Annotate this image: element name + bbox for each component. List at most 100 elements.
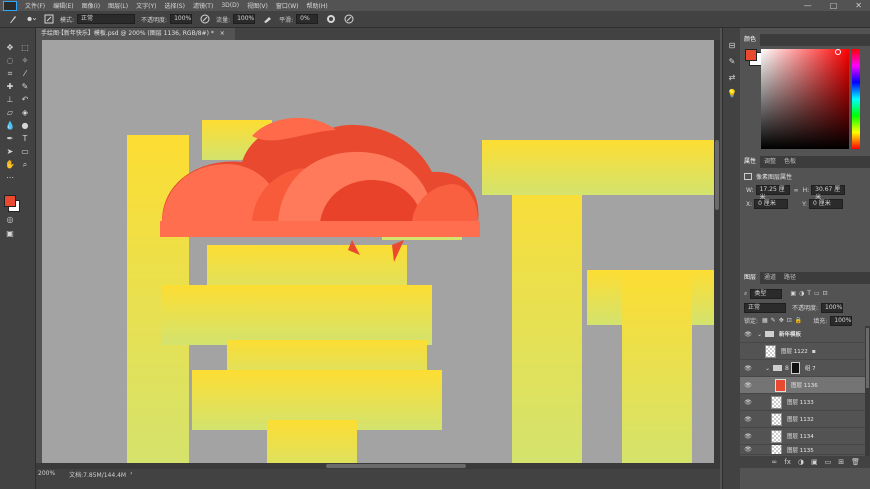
tab-layers[interactable]: 图层: [740, 272, 761, 284]
healing-brush-icon[interactable]: ✚: [4, 81, 16, 93]
group-expand-chevron-icon[interactable]: ⌄: [765, 365, 770, 372]
blend-mode-select[interactable]: 正常: [744, 302, 786, 313]
tab-color[interactable]: 颜色: [740, 34, 761, 46]
width-input[interactable]: 17.25 厘米: [755, 185, 790, 201]
visibility-eye-icon[interactable]: 👁: [743, 382, 753, 389]
visibility-eye-icon[interactable]: 👁: [743, 446, 753, 453]
menu-3d[interactable]: 3D(D): [221, 2, 239, 9]
color-panel-foreground-swatch[interactable]: [745, 49, 757, 61]
color-field[interactable]: [761, 49, 849, 149]
gear-icon[interactable]: [326, 14, 336, 24]
layers-scrollbar[interactable]: [865, 326, 870, 456]
history-panel-icon[interactable]: ⊟: [726, 40, 738, 52]
document-close-icon[interactable]: ×: [220, 30, 225, 37]
layer-row[interactable]: 👁 图层 1135: [740, 445, 865, 455]
crop-tool-icon[interactable]: ⌗: [4, 68, 16, 80]
magic-wand-icon[interactable]: ✧: [19, 55, 31, 67]
more-tools-icon[interactable]: ⋯: [4, 172, 16, 184]
delete-layer-icon[interactable]: 🗑: [851, 458, 860, 466]
layer-style-fx-icon[interactable]: fx: [784, 458, 791, 466]
document-canvas[interactable]: [42, 40, 714, 463]
tab-channels[interactable]: 通道: [760, 272, 780, 284]
lock-icons[interactable]: ▦✎✥⊡🔒: [762, 317, 805, 324]
brush-tool-icon[interactable]: ✎: [19, 81, 31, 93]
zoom-tool-icon[interactable]: ⌕: [19, 159, 31, 171]
visibility-eye-icon[interactable]: 👁: [743, 416, 753, 423]
new-group-icon[interactable]: ▭: [825, 458, 832, 466]
menu-window[interactable]: 窗口(W): [276, 1, 299, 10]
artboard-tool-icon[interactable]: ⬚: [19, 42, 31, 54]
menu-file[interactable]: 文件(F): [25, 1, 45, 10]
vertical-scroll-thumb[interactable]: [715, 140, 719, 210]
hand-tool-icon[interactable]: ✋: [4, 159, 16, 171]
brush-panel-toggle-icon[interactable]: [44, 14, 54, 24]
menu-help[interactable]: 帮助(H): [307, 1, 328, 10]
document-tab[interactable]: 手绘图·【新年快乐】模板.psd @ 200% (图层 1136, RGB/8#…: [36, 28, 235, 40]
foreground-color-swatch[interactable]: [4, 195, 16, 207]
eyedropper-icon[interactable]: ⁄: [19, 68, 31, 80]
layer-row-selected[interactable]: 👁 图层 1136: [740, 377, 865, 394]
close-button[interactable]: ✕: [855, 1, 862, 10]
menu-edit[interactable]: 编辑(E): [53, 1, 73, 10]
visibility-eye-off-icon[interactable]: [743, 348, 753, 355]
maximize-button[interactable]: □: [830, 1, 838, 10]
learn-panel-icon[interactable]: 💡: [726, 88, 738, 100]
adjustments-panel-icon[interactable]: ⇄: [726, 72, 738, 84]
menu-layer[interactable]: 图层(L): [108, 1, 128, 10]
pressure-opacity-icon[interactable]: [200, 14, 210, 24]
layers-scroll-thumb[interactable]: [866, 328, 869, 388]
tab-swatches[interactable]: 色板: [780, 156, 800, 168]
menu-filter[interactable]: 滤镜(T): [193, 1, 213, 10]
zoom-level[interactable]: 200%: [38, 470, 55, 477]
layer-row[interactable]: 👁 ⌄ 8 组 7: [740, 360, 865, 377]
layer-row[interactable]: 👁 图层 1132: [740, 411, 865, 428]
layer-opacity-input[interactable]: 100%: [821, 302, 844, 313]
blur-tool-icon[interactable]: 💧: [4, 120, 16, 132]
rectangle-tool-icon[interactable]: ▭: [19, 146, 31, 158]
type-tool-icon[interactable]: T: [19, 133, 31, 145]
menu-type[interactable]: 文字(Y): [136, 1, 156, 10]
group-mask-thumbnail[interactable]: [790, 362, 800, 374]
layer-row[interactable]: 👁 ⌄ 新年模板: [740, 326, 865, 343]
layer-row[interactable]: 👁 图层 1133: [740, 394, 865, 411]
group-expand-chevron-icon[interactable]: ⌄: [757, 331, 762, 338]
menu-select[interactable]: 选择(S): [164, 1, 185, 10]
layer-row[interactable]: 👁 图层 1134: [740, 428, 865, 445]
path-selection-icon[interactable]: ➤: [4, 146, 16, 158]
history-brush-icon[interactable]: ↶: [19, 94, 31, 106]
smoothing-input[interactable]: 0%: [296, 14, 319, 24]
visibility-eye-icon[interactable]: 👁: [743, 399, 753, 406]
mode-select[interactable]: 正常: [77, 14, 136, 24]
visibility-eye-icon[interactable]: 👁: [743, 331, 753, 338]
clone-stamp-icon[interactable]: ⊥: [4, 94, 16, 106]
color-picker-cursor[interactable]: [835, 49, 841, 55]
opacity-input[interactable]: 100%: [170, 14, 193, 24]
brush-tool-preset-icon[interactable]: [8, 14, 18, 24]
minimize-button[interactable]: —: [804, 1, 812, 10]
tab-adjustments[interactable]: 调整: [760, 156, 780, 168]
paint-bucket-icon[interactable]: ◈: [19, 107, 31, 119]
tab-properties[interactable]: 属性: [740, 156, 761, 168]
pen-tool-icon[interactable]: ✒: [4, 133, 16, 145]
height-input[interactable]: 30.67 厘米: [811, 185, 846, 201]
visibility-eye-icon[interactable]: 👁: [743, 365, 753, 372]
filter-type-icons[interactable]: ▣◑T▭⊡: [790, 290, 830, 297]
airbrush-icon[interactable]: [263, 14, 273, 24]
menu-view[interactable]: 视图(V): [247, 1, 268, 10]
y-input[interactable]: 0 厘米: [809, 199, 844, 209]
brush-size-icon[interactable]: [26, 14, 36, 24]
adjustment-layer-icon[interactable]: ▣: [811, 458, 818, 466]
new-layer-icon[interactable]: ⊞: [838, 458, 844, 466]
fill-input[interactable]: 100%: [830, 315, 853, 326]
x-input[interactable]: 0 厘米: [754, 199, 789, 209]
eraser-icon[interactable]: ▱: [4, 107, 16, 119]
pressure-size-icon[interactable]: [344, 14, 354, 24]
layer-filter-select[interactable]: 类型: [750, 288, 783, 299]
document-size[interactable]: 文档:7.85M/144.4M: [69, 470, 126, 479]
hue-slider[interactable]: [852, 49, 860, 149]
vertical-scrollbar[interactable]: [714, 40, 720, 463]
horizontal-scroll-thumb[interactable]: [326, 464, 466, 468]
link-layers-icon[interactable]: ∞: [771, 458, 777, 466]
visibility-eye-icon[interactable]: 👁: [743, 433, 753, 440]
quick-mask-icon[interactable]: ◎: [4, 214, 16, 226]
